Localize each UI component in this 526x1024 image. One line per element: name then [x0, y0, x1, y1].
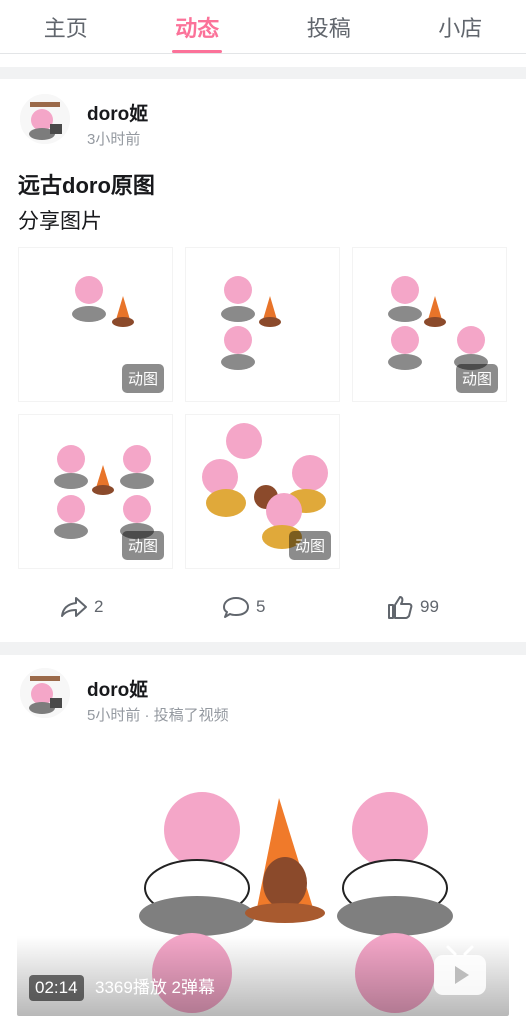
- post-image[interactable]: 动图: [352, 247, 507, 402]
- section-divider: [0, 642, 526, 655]
- thumbs-up-icon: [388, 596, 413, 619]
- post-title: 远古doro原图: [18, 173, 155, 198]
- gif-badge: 动图: [121, 364, 164, 393]
- gif-badge: 动图: [455, 364, 498, 393]
- post-image[interactable]: 动图: [18, 247, 173, 402]
- author-name[interactable]: doro姬: [87, 99, 148, 126]
- gif-badge: 动图: [288, 531, 331, 560]
- comment-button[interactable]: 5: [222, 592, 265, 622]
- tab-uploads[interactable]: 投稿: [263, 0, 395, 53]
- post-image[interactable]: 动图: [185, 414, 340, 569]
- tab-shop[interactable]: 小店: [395, 0, 526, 53]
- like-count: 99: [420, 597, 439, 616]
- share-count: 2: [94, 597, 104, 616]
- tv-play-icon[interactable]: [431, 944, 489, 998]
- video-thumbnail[interactable]: 02:14 3369播放 2弹幕: [17, 738, 509, 1016]
- share-button[interactable]: 2: [60, 592, 103, 622]
- post-text: 分享图片: [18, 210, 102, 233]
- gif-badge: 动图: [121, 531, 164, 560]
- tab-dynamics[interactable]: 动态: [132, 0, 264, 53]
- like-button[interactable]: 99: [386, 592, 439, 622]
- profile-tab-bar: 主页 动态 投稿 小店: [0, 0, 526, 54]
- post-image[interactable]: [185, 247, 340, 402]
- post-time: 3小时前: [87, 131, 141, 148]
- avatar[interactable]: [20, 94, 70, 144]
- comment-icon: [223, 597, 249, 618]
- post-image[interactable]: 动图: [18, 414, 173, 569]
- video-duration: 02:14: [29, 975, 84, 1001]
- comment-count: 5: [256, 597, 266, 616]
- share-icon: [61, 597, 87, 617]
- avatar[interactable]: [20, 668, 70, 718]
- section-divider: [0, 67, 526, 79]
- author-name[interactable]: doro姬: [87, 675, 148, 702]
- tab-home[interactable]: 主页: [0, 0, 132, 53]
- video-stats: 3369播放 2弹幕: [95, 978, 215, 997]
- post-meta: 5小时前 · 投稿了视频: [87, 707, 229, 724]
